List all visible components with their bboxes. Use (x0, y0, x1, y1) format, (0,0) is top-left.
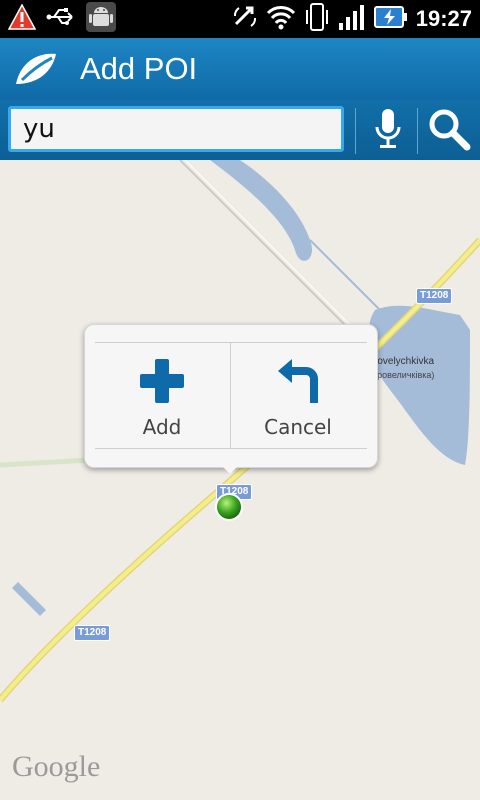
vibrate-icon (304, 2, 330, 36)
place-name-alt: бровеличківка) (372, 370, 435, 380)
page-title: Add POI (80, 51, 198, 86)
road-label: T1208 (416, 288, 453, 304)
warning-icon (7, 3, 37, 34)
add-button[interactable]: Add (95, 343, 229, 448)
signal-icon (338, 3, 366, 35)
cancel-button[interactable]: Cancel (231, 343, 365, 448)
popup-pointer (219, 463, 241, 474)
map-view[interactable]: T1208 T1208 T1208 rovelychkivka бровелич… (0, 160, 480, 800)
popup-divider-bottom (95, 448, 367, 449)
search-button[interactable] (420, 104, 478, 158)
voice-search-button[interactable] (360, 104, 416, 158)
poi-action-popup: Add Cancel (84, 324, 378, 468)
place-name: rovelychkivka (374, 356, 435, 367)
app-header (0, 38, 480, 100)
battery-charging-icon (373, 4, 408, 34)
usb-icon (46, 5, 76, 33)
road-label: T1208 (74, 625, 111, 641)
cancel-label: Cancel (264, 415, 332, 439)
google-attribution: Google (12, 750, 101, 783)
search-icon (427, 107, 471, 155)
android-debug-icon (86, 2, 116, 36)
search-input[interactable] (8, 106, 344, 152)
mic-icon (374, 107, 402, 155)
plus-icon (95, 357, 229, 407)
add-label: Add (142, 415, 182, 439)
undo-arrow-icon (231, 357, 365, 407)
app-logo (12, 50, 60, 90)
toolbar-divider (417, 108, 418, 154)
wifi-icon (266, 4, 296, 34)
status-bar: 19:27 (0, 0, 480, 38)
toolbar-divider (355, 108, 356, 154)
status-time: 19:27 (415, 6, 472, 31)
poi-marker[interactable] (214, 492, 244, 522)
map-canvas (0, 160, 480, 800)
sync-icon (232, 4, 258, 34)
